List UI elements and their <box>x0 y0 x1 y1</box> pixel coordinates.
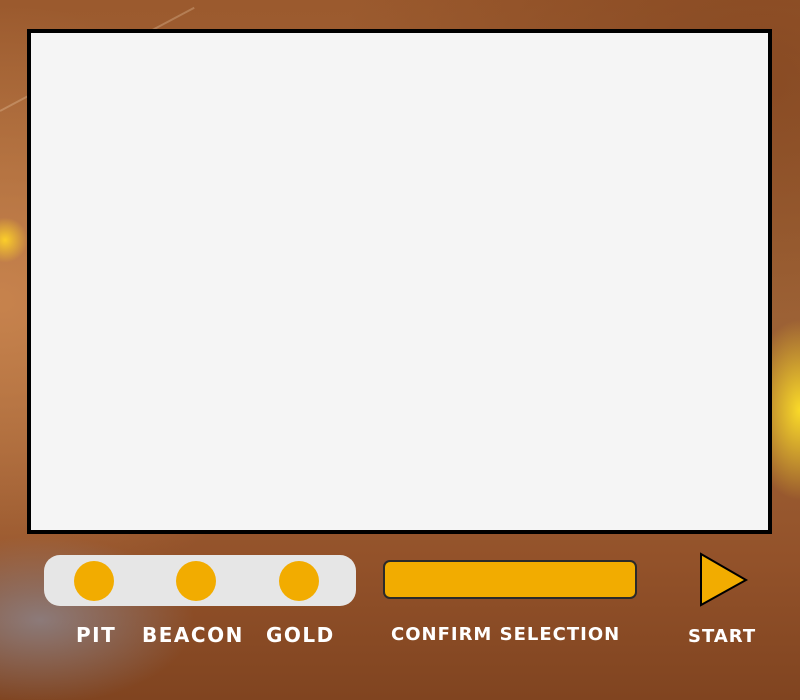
beacon-label: BEACON <box>142 623 244 647</box>
gold-option-button[interactable] <box>279 561 319 601</box>
mode-selector <box>44 555 356 606</box>
start-button[interactable] <box>699 552 749 608</box>
confirm-selection-label: CONFIRM SELECTION <box>391 624 621 645</box>
beacon-option-button[interactable] <box>176 561 216 601</box>
pit-label: PIT <box>76 623 117 647</box>
play-triangle-icon <box>700 552 749 607</box>
confirm-selection-button[interactable] <box>383 560 637 599</box>
gold-label: GOLD <box>266 623 335 647</box>
game-viewport[interactable] <box>27 29 772 534</box>
start-label: START <box>688 626 757 647</box>
pit-option-button[interactable] <box>74 561 114 601</box>
